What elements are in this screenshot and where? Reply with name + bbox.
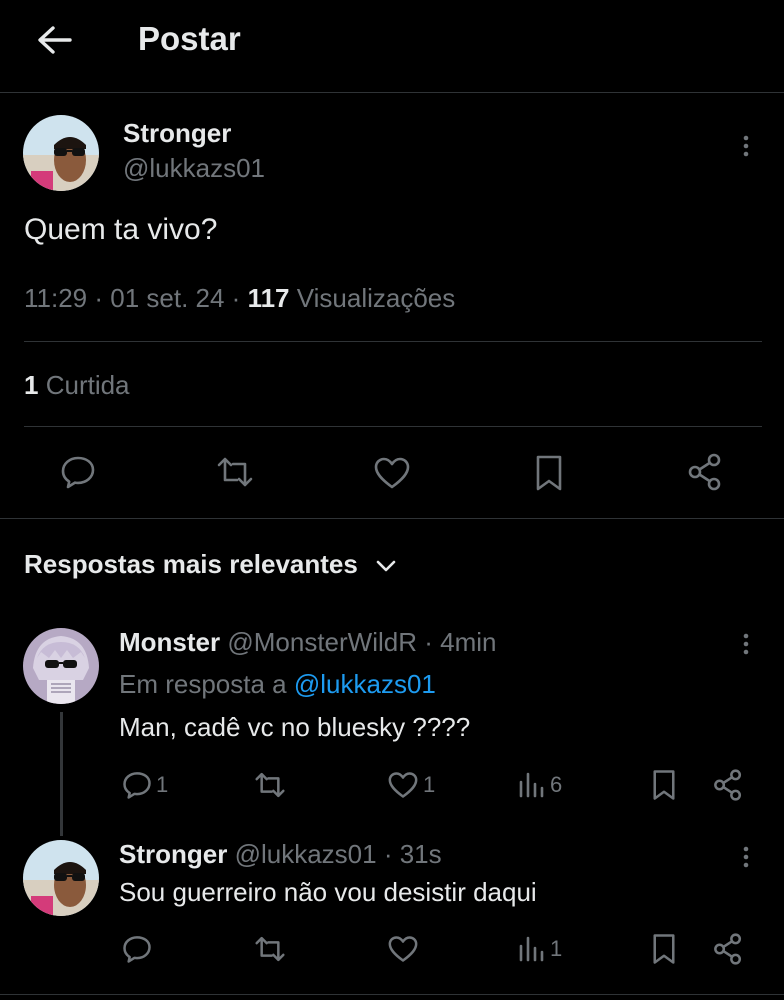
avatar[interactable]: [23, 628, 99, 704]
view-count: 1: [550, 936, 563, 961]
header-divider: [0, 92, 784, 93]
bookmark-icon[interactable]: [534, 454, 564, 492]
reply-header: Stronger @lukkazs01 · 31s: [119, 839, 442, 869]
reply-text: Sou guerreiro não vou desistir daqui: [119, 877, 537, 907]
share-icon[interactable]: [712, 768, 744, 802]
author-name[interactable]: Stronger: [123, 118, 231, 149]
bookmark-icon[interactable]: [651, 769, 677, 801]
views-label: Visualizações: [296, 283, 456, 313]
heart-icon[interactable]: [373, 456, 411, 490]
more-options-icon[interactable]: [740, 632, 752, 656]
author-handle[interactable]: @lukkazs01: [123, 153, 265, 184]
divider: [24, 426, 762, 427]
heart-icon[interactable]: [387, 771, 419, 799]
page-title: Postar: [138, 20, 241, 57]
avatar[interactable]: [23, 115, 99, 191]
more-options-icon[interactable]: [740, 134, 752, 158]
view-count: 6: [550, 772, 563, 797]
views-icon[interactable]: [518, 772, 546, 798]
likes-count: 1: [24, 370, 39, 400]
chevron-down-icon: [375, 559, 397, 573]
views-count: 117: [247, 283, 290, 313]
post-time: 11:29: [24, 283, 88, 313]
reply-author-name[interactable]: Stronger: [119, 839, 227, 869]
reply-context: Em resposta a @lukkazs01: [119, 669, 436, 700]
reply-time: 4min: [440, 627, 497, 657]
likes-summary[interactable]: 1 Curtida: [24, 370, 130, 401]
more-options-icon[interactable]: [740, 845, 752, 869]
reply-time: 31s: [399, 839, 442, 869]
share-icon[interactable]: [686, 452, 724, 492]
back-arrow-icon[interactable]: [34, 22, 74, 58]
reply-text: Man, cadê vc no bluesky ????: [119, 712, 471, 742]
replies-sort-label: Respostas mais relevantes: [24, 549, 358, 579]
avatar[interactable]: [23, 840, 99, 916]
reply-header: Monster @MonsterWildR · 4min: [119, 627, 497, 657]
reply-icon[interactable]: [122, 770, 152, 800]
repost-icon[interactable]: [215, 454, 255, 490]
reply-author-handle[interactable]: @MonsterWildR: [227, 627, 417, 657]
share-icon[interactable]: [712, 932, 744, 966]
likes-label: Curtida: [45, 370, 130, 400]
reply-author-name[interactable]: Monster: [119, 627, 220, 657]
replies-sort-button[interactable]: Respostas mais relevantes: [24, 549, 397, 580]
repost-icon[interactable]: [253, 770, 287, 800]
section-divider: [0, 518, 784, 519]
divider: [24, 341, 762, 342]
views-icon[interactable]: [518, 936, 546, 962]
heart-icon[interactable]: [387, 935, 419, 963]
reply-icon[interactable]: [60, 454, 96, 490]
reply-to-label: Em resposta a: [119, 669, 287, 699]
post-meta: 11:29 · 01 set. 24 · 117 Visualizações: [24, 283, 456, 313]
reply-icon[interactable]: [122, 934, 152, 964]
section-divider: [0, 994, 784, 995]
reply-to-handle-link[interactable]: @lukkazs01: [294, 669, 436, 699]
repost-icon[interactable]: [253, 934, 287, 964]
reply-count: 1: [156, 772, 169, 797]
post-date: 01 set. 24: [110, 283, 225, 313]
thread-line: [60, 712, 63, 836]
reply-author-handle[interactable]: @lukkazs01: [235, 839, 377, 869]
post-text: Quem ta vivo?: [24, 213, 218, 246]
bookmark-icon[interactable]: [651, 933, 677, 965]
like-count: 1: [423, 772, 436, 797]
